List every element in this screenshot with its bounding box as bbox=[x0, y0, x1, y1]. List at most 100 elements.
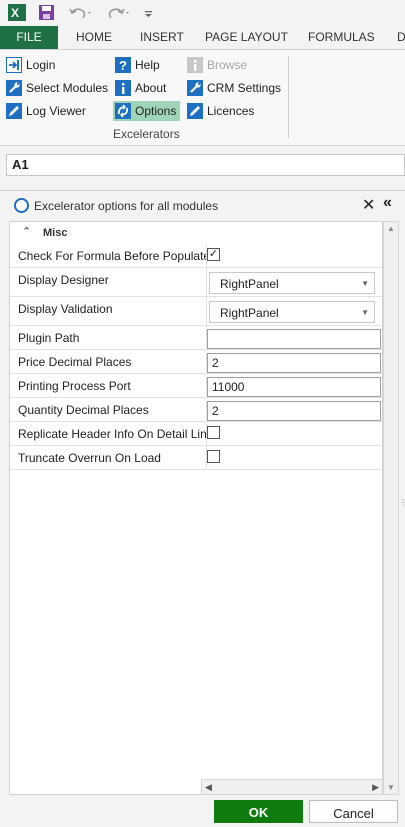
property-name: Display Designer bbox=[18, 273, 109, 287]
property-name: Truncate Overrun On Load bbox=[18, 451, 161, 465]
display-designer-dropdown[interactable]: RightPanel ▼ bbox=[209, 272, 375, 294]
property-name: Check For Formula Before Populate bbox=[18, 249, 211, 263]
property-name: Printing Process Port bbox=[18, 379, 131, 393]
scroll-left-icon[interactable]: ◀ bbox=[205, 782, 212, 793]
redo-icon[interactable] bbox=[106, 4, 132, 21]
tab-insert[interactable]: INSERT bbox=[140, 26, 184, 49]
about-label: About bbox=[135, 81, 167, 95]
ribbon-separator bbox=[288, 56, 289, 138]
property-name: Price Decimal Places bbox=[18, 355, 132, 369]
chevron-down-icon: ▼ bbox=[361, 279, 369, 288]
property-name: Display Validation bbox=[18, 302, 113, 316]
property-value: 2 bbox=[206, 350, 382, 373]
svg-text:X: X bbox=[11, 6, 19, 20]
name-box[interactable]: A1 bbox=[6, 154, 405, 176]
browse-icon bbox=[187, 57, 203, 73]
help-icon: ? bbox=[115, 57, 131, 73]
ribbon-panel: Login Select Modules Log Viewer ? Help A… bbox=[0, 49, 405, 146]
category-label: Misc bbox=[43, 227, 68, 239]
login-label: Login bbox=[26, 58, 56, 72]
property-row: Display Validation RightPanel ▼ bbox=[10, 297, 382, 326]
browse-label: Browse bbox=[207, 58, 248, 72]
help-label: Help bbox=[135, 58, 160, 72]
vertical-scrollbar[interactable]: ▲ ▼ bbox=[383, 221, 399, 795]
price-decimal-places-input[interactable]: 2 bbox=[207, 353, 381, 373]
tab-data[interactable]: D bbox=[397, 26, 405, 49]
dialog-footer: OK Cancel bbox=[0, 800, 405, 823]
log-viewer-label: Log Viewer bbox=[26, 104, 86, 118]
tab-home[interactable]: HOME bbox=[76, 26, 112, 49]
help-button[interactable]: ? Help bbox=[115, 55, 160, 75]
quick-access-toolbar: X bbox=[0, 0, 405, 26]
tab-formulas[interactable]: FORMULAS bbox=[308, 26, 375, 49]
scroll-down-icon[interactable]: ▼ bbox=[387, 783, 395, 792]
property-row: Plugin Path bbox=[10, 326, 382, 350]
scroll-up-icon[interactable]: ▲ bbox=[387, 224, 395, 233]
radio-icon[interactable] bbox=[14, 198, 29, 213]
ok-button[interactable]: OK bbox=[214, 800, 303, 823]
options-label: Options bbox=[135, 104, 177, 118]
property-value bbox=[206, 326, 382, 349]
pencil-icon bbox=[6, 103, 22, 119]
save-icon[interactable] bbox=[38, 4, 55, 21]
crm-settings-button[interactable]: CRM Settings bbox=[187, 78, 281, 98]
scroll-right-icon[interactable]: ▶ bbox=[372, 782, 379, 793]
checkbox-unchecked[interactable] bbox=[207, 426, 220, 439]
property-grid: ⌃ Misc Check For Formula Before Populate… bbox=[9, 221, 383, 795]
tab-page-layout[interactable]: PAGE LAYOUT bbox=[205, 26, 288, 49]
property-row: Price Decimal Places 2 bbox=[10, 350, 382, 374]
property-row: Truncate Overrun On Load bbox=[10, 446, 382, 470]
customize-icon[interactable] bbox=[144, 4, 154, 21]
undo-icon[interactable] bbox=[68, 4, 94, 21]
property-value: ✓ bbox=[206, 244, 382, 267]
licences-label: Licences bbox=[207, 104, 255, 118]
login-button[interactable]: Login bbox=[6, 55, 55, 75]
checkbox-unchecked[interactable] bbox=[207, 450, 220, 463]
chevron-up-icon[interactable]: ⌃ bbox=[22, 225, 31, 238]
options-button[interactable]: Options bbox=[113, 101, 181, 121]
login-icon bbox=[6, 57, 22, 73]
resize-grip-icon[interactable]: ⋮ bbox=[399, 498, 405, 522]
licences-button[interactable]: Licences bbox=[187, 101, 254, 121]
property-row: Replicate Header Info On Detail Lines bbox=[10, 422, 382, 446]
checkbox-checked[interactable]: ✓ bbox=[207, 248, 220, 261]
collapse-icon[interactable]: « bbox=[383, 194, 392, 212]
quantity-decimal-places-input[interactable]: 2 bbox=[207, 401, 381, 421]
property-row: Display Designer RightPanel ▼ bbox=[10, 268, 382, 297]
dropdown-value: RightPanel bbox=[220, 306, 279, 320]
ribbon-tabs: FILE HOME INSERT PAGE LAYOUT FORMULAS D bbox=[0, 26, 405, 49]
property-row: Check For Formula Before Populate ✓ bbox=[10, 244, 382, 268]
excel-icon[interactable]: X bbox=[8, 4, 26, 21]
dropdown-value: RightPanel bbox=[220, 277, 279, 291]
category-header[interactable]: ⌃ Misc bbox=[10, 222, 382, 244]
select-modules-label: Select Modules bbox=[26, 81, 109, 95]
tab-file[interactable]: FILE bbox=[0, 26, 58, 49]
property-value: RightPanel ▼ bbox=[206, 268, 382, 296]
property-name: Replicate Header Info On Detail Lines bbox=[18, 427, 220, 441]
pencil-icon bbox=[187, 103, 203, 119]
property-value bbox=[206, 422, 382, 445]
formula-bar: A1 bbox=[0, 146, 405, 184]
wrench-icon bbox=[6, 80, 22, 96]
panel-title: Excelerator options for all modules bbox=[34, 199, 219, 213]
svg-text:?: ? bbox=[119, 58, 127, 73]
property-row: Printing Process Port 11000 bbox=[10, 374, 382, 398]
log-viewer-button[interactable]: Log Viewer bbox=[6, 101, 86, 121]
display-validation-dropdown[interactable]: RightPanel ▼ bbox=[209, 301, 375, 323]
select-modules-button[interactable]: Select Modules bbox=[6, 78, 108, 98]
chevron-down-icon: ▼ bbox=[361, 308, 369, 317]
about-button[interactable]: About bbox=[115, 78, 166, 98]
property-name: Plugin Path bbox=[18, 331, 80, 345]
cancel-button[interactable]: Cancel bbox=[309, 800, 398, 823]
property-value: 11000 bbox=[206, 374, 382, 397]
printing-process-port-input[interactable]: 11000 bbox=[207, 377, 381, 397]
panel-header: Excelerator options for all modules ✕ « bbox=[0, 191, 405, 219]
horizontal-scrollbar[interactable]: ◀ ▶ bbox=[201, 779, 383, 795]
property-value bbox=[206, 446, 382, 469]
crm-settings-label: CRM Settings bbox=[207, 81, 282, 95]
options-panel: Excelerator options for all modules ✕ « … bbox=[0, 190, 405, 823]
browse-button[interactable]: Browse bbox=[187, 55, 247, 75]
close-icon[interactable]: ✕ bbox=[362, 195, 375, 215]
plugin-path-input[interactable] bbox=[207, 329, 381, 349]
property-value: RightPanel ▼ bbox=[206, 297, 382, 325]
